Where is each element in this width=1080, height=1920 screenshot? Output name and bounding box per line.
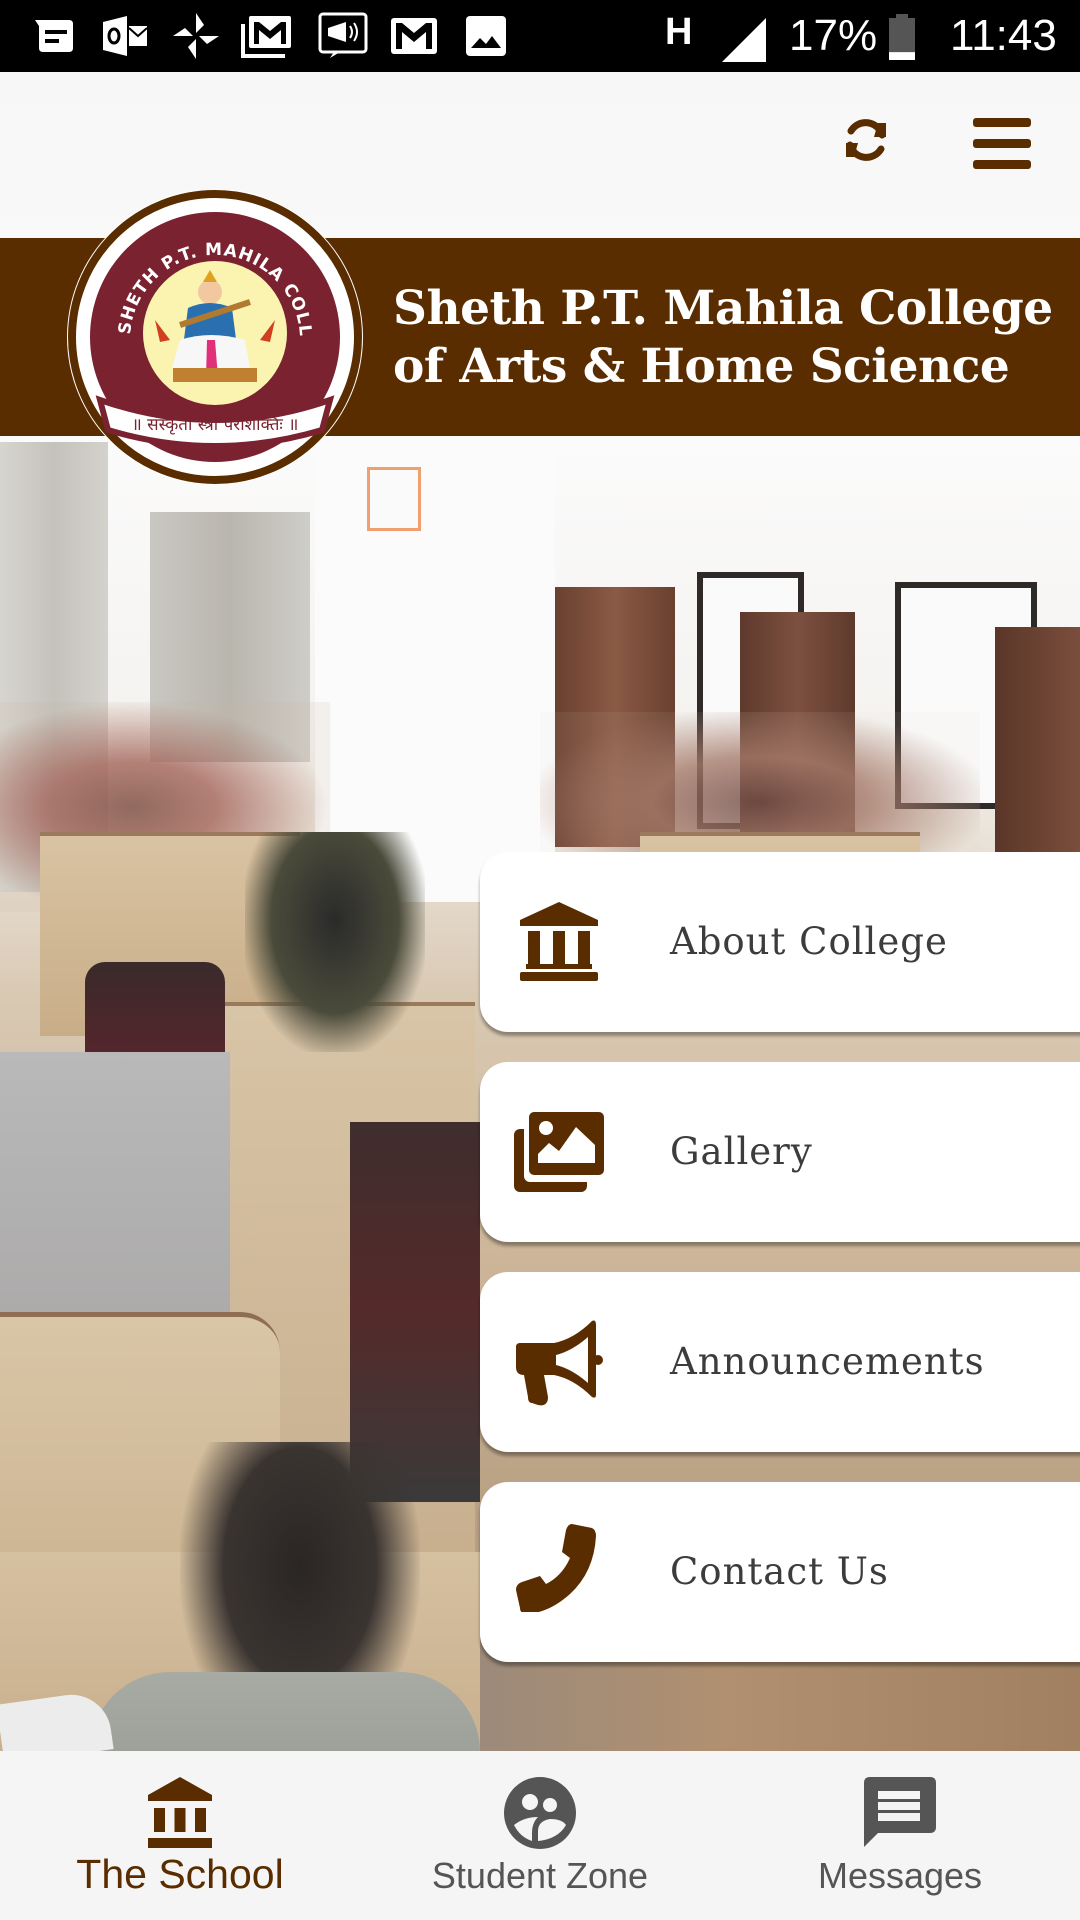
- network-type: H: [665, 11, 693, 53]
- menu-card-gallery[interactable]: Gallery: [480, 1062, 1080, 1242]
- hamburger-menu-icon: [973, 118, 1031, 169]
- nav-tab-messages[interactable]: Messages: [720, 1751, 1080, 1920]
- clock: 11:43: [950, 11, 1057, 60]
- pinwheel-icon: [173, 13, 219, 59]
- announcement-app-icon: [318, 12, 368, 58]
- images-icon: [514, 1112, 604, 1192]
- institution-icon: [0, 1773, 360, 1853]
- menu-card-label: Gallery: [670, 1130, 813, 1173]
- messages-icon: [33, 14, 77, 58]
- institution-icon: [514, 902, 604, 982]
- refresh-icon: [846, 119, 886, 161]
- college-logo: SHETH P.T. MAHILA COLLEGE, SURAT ॥ संस्क…: [53, 175, 370, 490]
- menu-button[interactable]: [970, 112, 1034, 176]
- college-name-line1: Sheth P.T. Mahila College: [393, 281, 1053, 336]
- gmail-icon: [391, 14, 437, 58]
- menu-card-label: Contact Us: [670, 1550, 889, 1593]
- menu-card-label: About College: [670, 920, 948, 963]
- outlook-icon: [103, 14, 149, 58]
- menu-card-contact-us[interactable]: Contact Us: [480, 1482, 1080, 1662]
- nav-tab-label: The School: [76, 1851, 284, 1897]
- college-name: Sheth P.T. Mahila College of Arts & Home…: [393, 280, 1053, 396]
- menu-card-announcements[interactable]: Announcements: [480, 1272, 1080, 1452]
- message-icon: [720, 1773, 1080, 1853]
- megaphone-icon: [514, 1320, 604, 1406]
- phone-icon: [514, 1524, 604, 1614]
- battery-icon: [887, 14, 917, 60]
- status-bar: H 17% 11:43: [0, 0, 1080, 72]
- nav-tab-the-school[interactable]: The School: [0, 1751, 360, 1920]
- bottom-navigation: The School Student Zone Messages: [0, 1751, 1080, 1920]
- nav-tab-label: Student Zone: [431, 1855, 649, 1896]
- logo-motto: ॥ संस्कृता स्त्री पराशक्तिः ॥: [132, 414, 299, 435]
- group-icon: [360, 1773, 720, 1853]
- photos-icon: [465, 14, 507, 58]
- college-name-line2: of Arts & Home Science: [393, 339, 1010, 394]
- signal-icon: [722, 18, 768, 62]
- refresh-button[interactable]: [838, 112, 894, 168]
- menu-card-about-college[interactable]: About College: [480, 852, 1080, 1032]
- nav-tab-student-zone[interactable]: Student Zone: [360, 1751, 720, 1920]
- menu-card-label: Announcements: [670, 1340, 985, 1383]
- nav-tab-label: Messages: [817, 1855, 983, 1896]
- gmail-stack-icon: [241, 14, 293, 58]
- battery-percent: 17%: [789, 11, 878, 60]
